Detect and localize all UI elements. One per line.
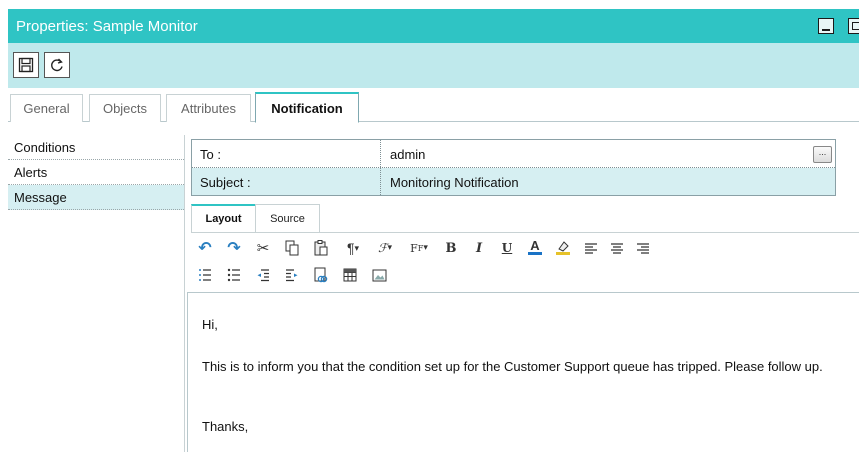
paste-icon[interactable] [311,238,331,258]
tab-general[interactable]: General [10,94,83,122]
align-center-icon[interactable] [607,238,627,258]
sidebar-item-conditions[interactable]: Conditions [8,135,184,160]
insert-table-icon[interactable] [340,265,360,285]
highlight-color-icon[interactable] [553,237,573,257]
insert-link-icon[interactable] [311,265,331,285]
restore-icon[interactable] [848,18,859,34]
redo-icon[interactable]: ↷ [224,238,244,258]
minimize-icon[interactable] [818,18,834,34]
message-header-fields: To : admin ... Subject : Monitoring Noti… [191,139,836,196]
editor-mode-tabs: Layout Source [191,204,856,233]
bulleted-list-icon[interactable] [224,265,244,285]
property-tabs: General Objects Attributes Notification [8,92,859,123]
save-button[interactable] [13,52,39,78]
paragraph-format-icon[interactable]: ¶ ▾ [340,238,366,258]
message-body: This is to inform you that the condition… [202,359,823,374]
tab-objects[interactable]: Objects [89,94,161,122]
copy-icon[interactable] [282,238,302,258]
subject-label: Subject : [200,175,251,190]
to-field[interactable]: admin [390,147,425,162]
notification-sidebar: Conditions Alerts Message [8,135,185,452]
tab-attributes[interactable]: Attributes [166,94,251,122]
bold-icon[interactable]: B [441,238,461,258]
insert-image-icon[interactable] [369,265,389,285]
window-title-bar: Properties: Sample Monitor [8,9,859,43]
outdent-icon[interactable] [253,265,273,285]
window-title: Properties: Sample Monitor [16,18,198,35]
font-color-icon[interactable]: A [525,237,545,257]
font-name-icon[interactable]: ℱ ▾ [371,238,399,258]
font-size-icon[interactable]: F F ▾ [405,238,433,258]
toolbar [8,43,859,88]
undo-icon[interactable]: ↶ [195,238,215,258]
subject-row: Subject : Monitoring Notification [192,168,835,195]
sidebar-item-alerts[interactable]: Alerts [8,160,184,185]
tab-layout[interactable]: Layout [191,204,256,233]
message-greeting: Hi, [202,317,218,332]
align-left-icon[interactable] [581,238,601,258]
save-icon [18,57,34,73]
indent-icon[interactable] [282,265,302,285]
browse-recipients-button[interactable]: ... [813,146,832,163]
italic-icon[interactable]: I [469,238,489,258]
align-right-icon[interactable] [633,238,653,258]
to-row: To : admin ... [192,140,835,168]
tab-notification[interactable]: Notification [255,92,359,123]
message-closing: Thanks, [202,419,249,434]
refresh-icon [51,58,63,72]
numbered-list-icon[interactable] [195,265,215,285]
refresh-button[interactable] [44,52,70,78]
format-toolbar: ↶ ↷ ✂ ¶ ▾ ℱ ▾ F F ▾ B I U A [191,232,859,291]
cut-icon[interactable]: ✂ [253,238,273,258]
message-body-editor[interactable]: Hi, This is to inform you that the condi… [187,292,859,452]
subject-field[interactable]: Monitoring Notification [390,175,519,190]
tab-source[interactable]: Source [255,204,320,233]
to-label: To : [200,147,221,162]
underline-icon[interactable]: U [497,238,517,258]
sidebar-item-message[interactable]: Message [8,185,184,210]
